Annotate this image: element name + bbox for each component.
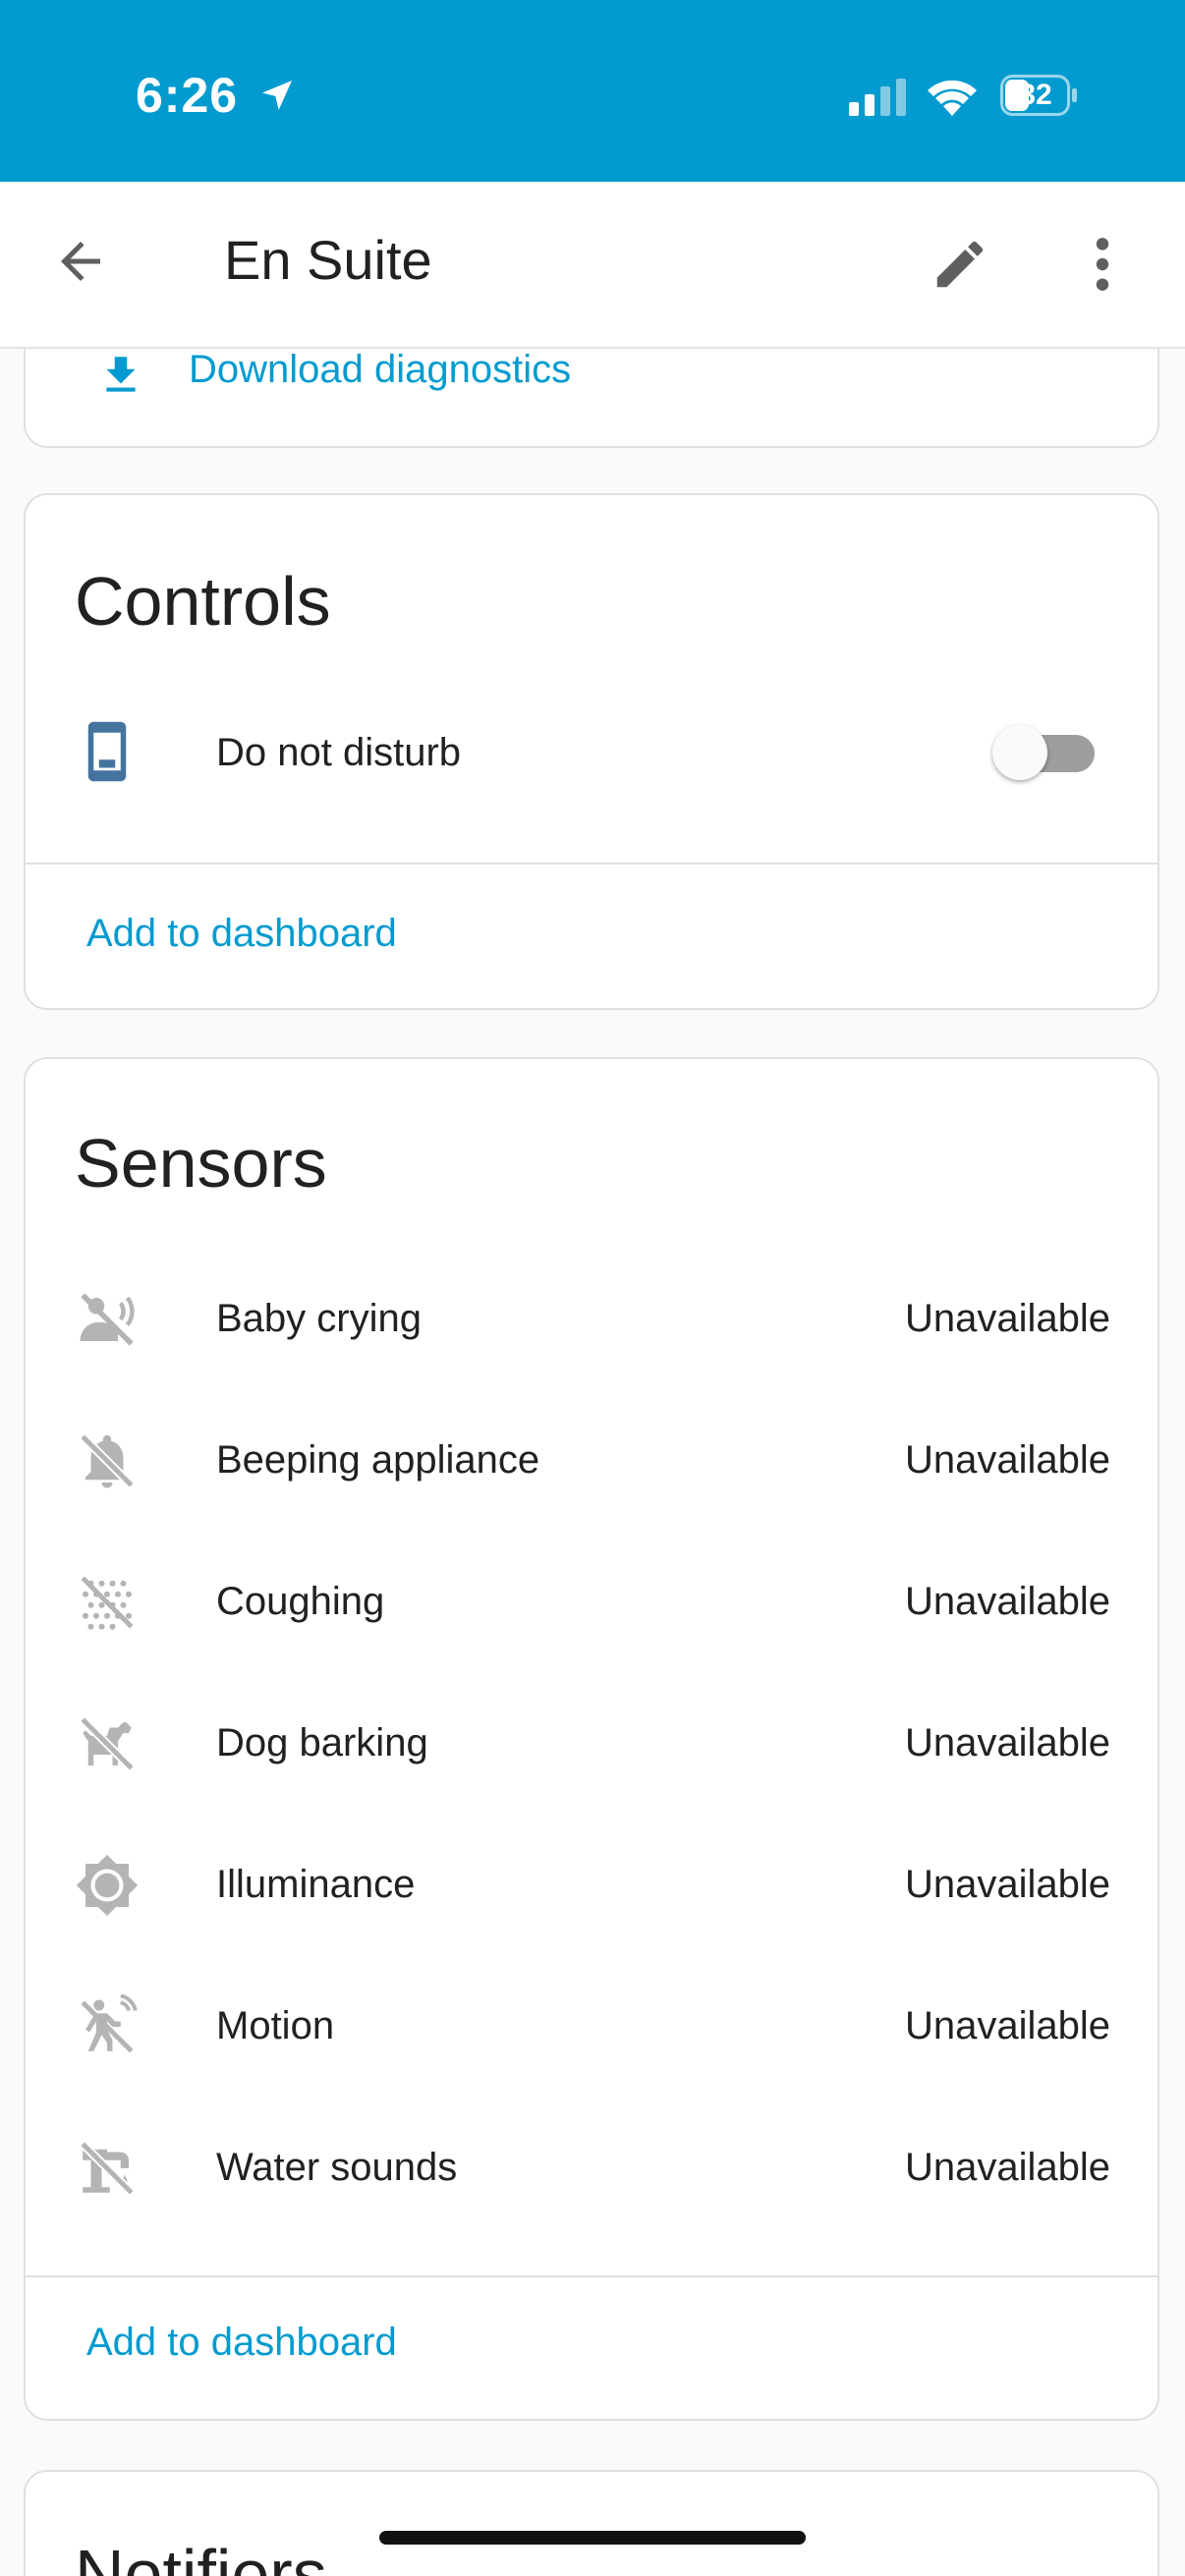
sensors-title: Sensors <box>75 1125 327 1202</box>
sensor-value: Unavailable <box>904 2004 1110 2047</box>
sensor-value: Unavailable <box>904 1297 1110 1340</box>
do-not-disturb-label: Do not disturb <box>216 731 462 774</box>
sensor-value: Unavailable <box>904 1721 1110 1764</box>
download-diagnostics-link[interactable]: Download diagnostics <box>189 348 571 392</box>
dog-off-icon <box>80 1716 135 1771</box>
status-bar: 6:26 32 <box>0 0 1185 182</box>
location-arrow-icon <box>262 81 292 110</box>
controls-card: Controls Do not disturb Add to dashboard <box>24 493 1159 1010</box>
screen: 6:26 32 En Suite Download diagnostics Co… <box>0 0 1185 2576</box>
cellular-signal-icon <box>849 79 906 116</box>
card-divider <box>26 863 1157 865</box>
notifiers-card: Notifiers <box>24 2470 1159 2576</box>
pencil-icon[interactable] <box>930 234 990 295</box>
sensor-label: Motion <box>216 2004 335 2047</box>
controls-add-to-dashboard-button[interactable]: Add to dashboard <box>86 912 397 956</box>
sensors-card: Sensors Baby crying Unavailable Beeping … <box>24 1057 1159 2421</box>
notifiers-title: Notifiers <box>75 2536 327 2576</box>
sensor-label: Baby crying <box>216 1297 422 1340</box>
sensor-label: Water sounds <box>216 2146 458 2189</box>
sensor-label: Beeping appliance <box>216 1438 540 1482</box>
toggle-thumb <box>992 725 1047 780</box>
dots-vertical-icon[interactable] <box>1081 234 1124 295</box>
sensor-value: Unavailable <box>904 1438 1110 1482</box>
sensor-value: Unavailable <box>904 2146 1110 2189</box>
brightness-icon <box>76 1854 139 1917</box>
sensor-value: Unavailable <box>904 1580 1110 1623</box>
baby-crying-off-icon <box>80 1293 135 1346</box>
sensor-label: Dog barking <box>216 1721 428 1764</box>
cellphone-icon <box>87 721 127 782</box>
battery-level: 32 <box>1019 79 1052 111</box>
page-title: En Suite <box>224 229 432 291</box>
sensor-label: Coughing <box>216 1580 385 1623</box>
status-time: 6:26 <box>136 68 239 123</box>
sensor-value: Unavailable <box>904 1863 1110 1906</box>
arrow-left-icon[interactable] <box>51 232 110 291</box>
sensors-add-to-dashboard-button[interactable]: Add to dashboard <box>86 2321 397 2365</box>
do-not-disturb-toggle[interactable] <box>992 723 1099 782</box>
coughing-off-icon <box>81 1576 134 1630</box>
sensor-label: Illuminance <box>216 1863 416 1906</box>
download-icon <box>106 357 136 392</box>
app-bar <box>0 182 1185 349</box>
controls-title: Controls <box>75 563 331 640</box>
water-pump-off-icon <box>80 2141 135 2196</box>
card-divider <box>26 2275 1157 2277</box>
home-indicator <box>379 2531 806 2545</box>
bell-off-icon <box>80 1433 135 1488</box>
wifi-icon <box>928 80 977 116</box>
motion-off-icon <box>81 1994 138 2053</box>
